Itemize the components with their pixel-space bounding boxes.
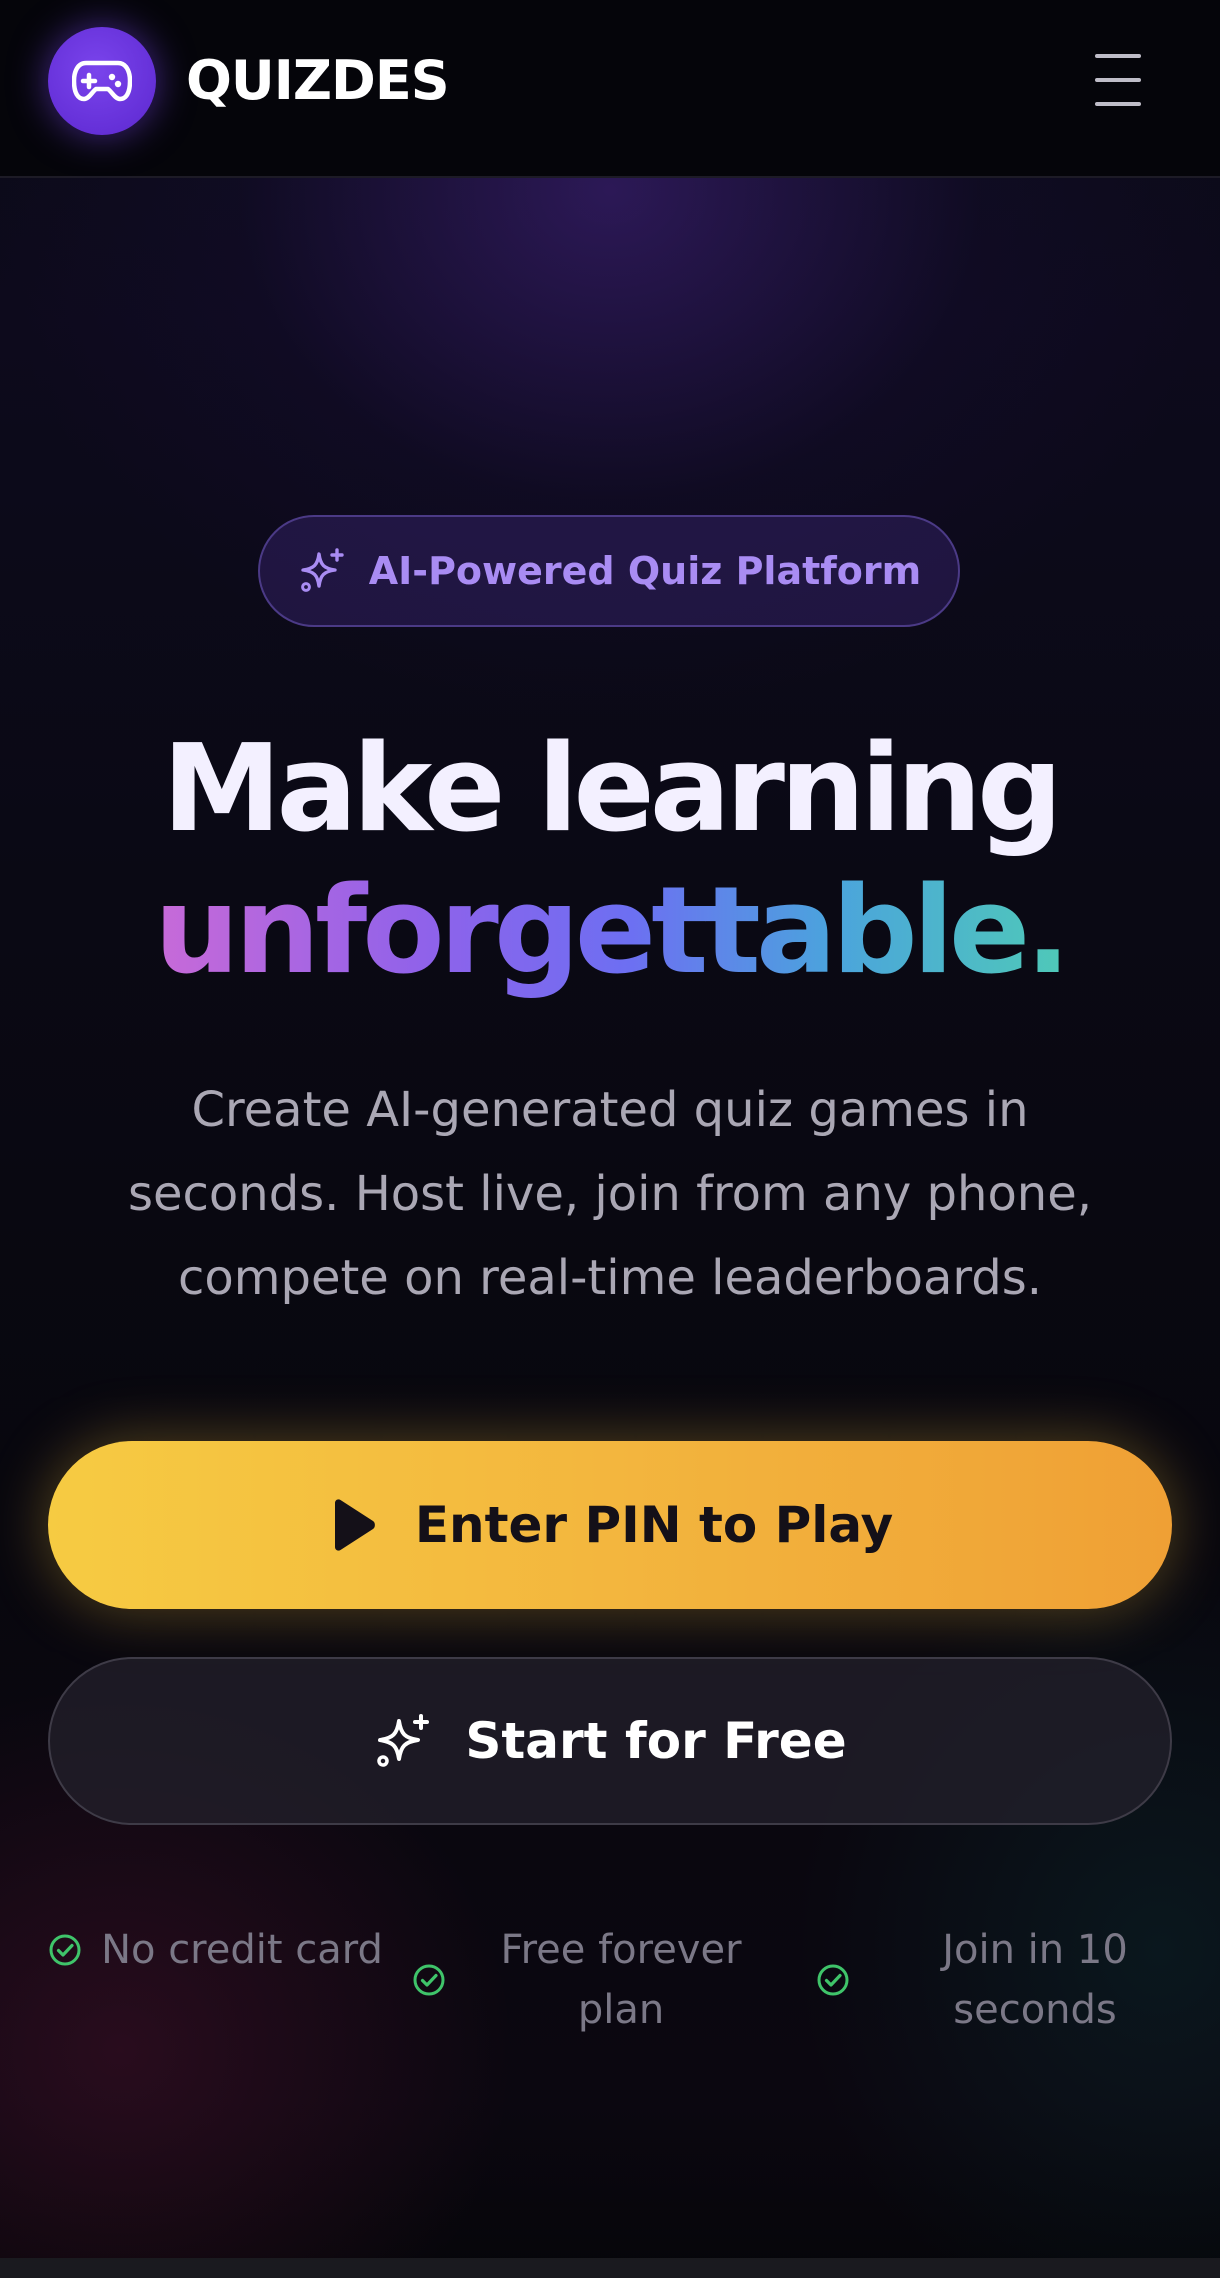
feature-list: No credit card Free forever plan Join in… bbox=[0, 1920, 1220, 2050]
brand-name[interactable]: QUIZDES bbox=[186, 46, 450, 116]
sparkles-icon bbox=[373, 1711, 433, 1771]
headline-line-1: Make learning bbox=[162, 720, 1063, 859]
feature-text: Free forever plan bbox=[500, 1927, 742, 2033]
hero-headline: Make learning unforgettable. bbox=[0, 720, 1220, 1004]
hamburger-menu-icon bbox=[1095, 54, 1141, 58]
play-icon bbox=[327, 1497, 379, 1553]
start-free-label: Start for Free bbox=[465, 1712, 847, 1770]
enter-pin-button[interactable]: Enter PIN to Play bbox=[48, 1441, 1172, 1609]
check-circle-icon bbox=[48, 1933, 82, 1967]
headline-line-2: unforgettable. bbox=[154, 860, 1071, 1004]
top-navbar: QUIZDES bbox=[0, 0, 1220, 178]
start-free-button[interactable]: Start for Free bbox=[48, 1657, 1172, 1825]
menu-button[interactable] bbox=[1090, 54, 1146, 106]
landing-page: QUIZDES AI-Powered Quiz Platform Make le… bbox=[0, 0, 1220, 2278]
ai-badge: AI-Powered Quiz Platform bbox=[258, 515, 960, 627]
sparkles-icon bbox=[297, 546, 347, 596]
feature-item: No credit card bbox=[48, 1920, 392, 1980]
feature-text: No credit card bbox=[101, 1927, 383, 1973]
feature-text: Join in 10 seconds bbox=[942, 1927, 1128, 2033]
enter-pin-label: Enter PIN to Play bbox=[414, 1496, 894, 1554]
hero-subtext: Create AI-generated quiz games in second… bbox=[127, 1082, 1093, 1306]
feature-item: Free forever plan bbox=[412, 1920, 786, 2040]
ai-badge-text: AI-Powered Quiz Platform bbox=[368, 549, 922, 593]
bottom-bar bbox=[0, 2258, 1220, 2278]
gamepad-icon bbox=[72, 60, 132, 102]
feature-item: Join in 10 seconds bbox=[816, 1920, 1210, 2040]
check-circle-icon bbox=[412, 1963, 446, 1997]
check-circle-icon bbox=[816, 1963, 850, 1997]
logo-badge[interactable] bbox=[48, 27, 156, 135]
